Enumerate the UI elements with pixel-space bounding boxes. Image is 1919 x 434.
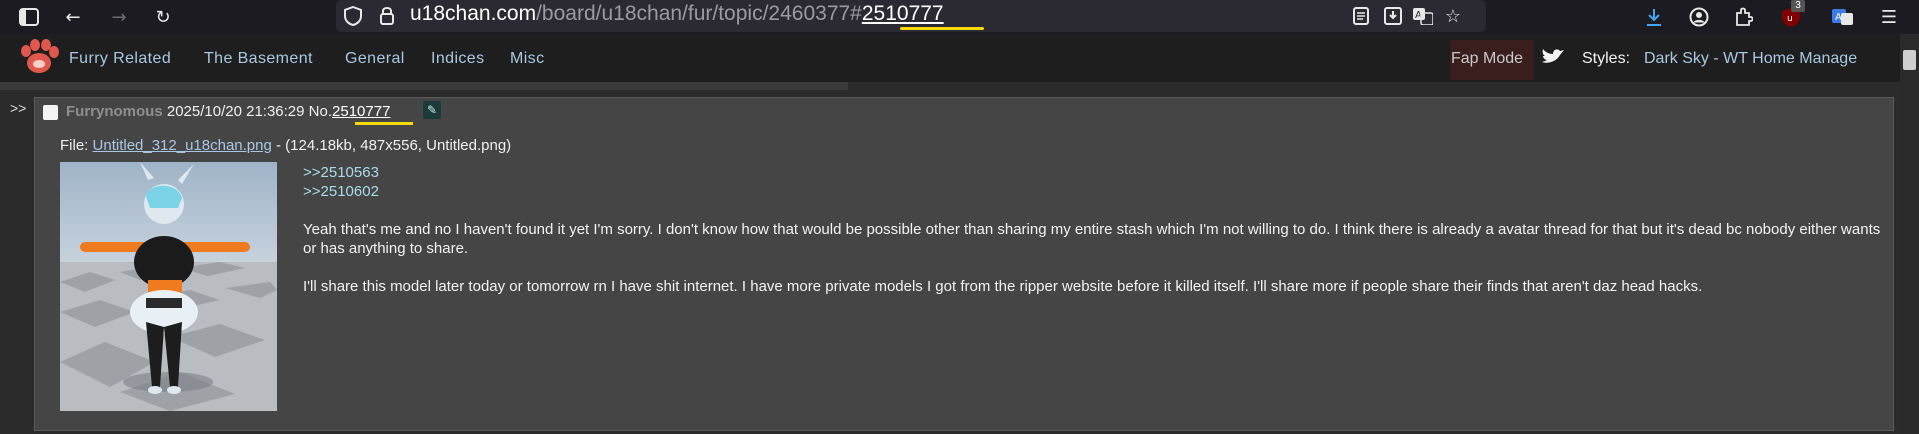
post-datetime: 2025/10/20 21:36:29 bbox=[166, 103, 305, 120]
file-info-line: File: Untitled_312_u18chan.png - (124.18… bbox=[60, 137, 511, 154]
post-no-prefix: No. bbox=[308, 103, 333, 120]
translate-extension-icon[interactable]: A bbox=[1830, 4, 1856, 30]
nav-link-indices[interactable]: Indices bbox=[431, 50, 485, 68]
nav-link-the-basement[interactable]: The Basement bbox=[204, 50, 313, 68]
url-path: /board/u18chan/fur/topic/2460377# bbox=[536, 2, 862, 25]
downloads-icon[interactable] bbox=[1641, 4, 1667, 30]
post-select-checkbox[interactable] bbox=[43, 105, 58, 120]
address-bar[interactable]: u18chan.com/board/u18chan/fur/topic/2460… bbox=[336, 0, 1486, 32]
sidebar-toggle-icon[interactable] bbox=[16, 4, 42, 30]
post-image-thumbnail[interactable] bbox=[60, 162, 277, 411]
notification-badge: 3 bbox=[1791, 0, 1805, 12]
site-nav: Furry Related The Basement General Indic… bbox=[0, 34, 1900, 82]
bookmark-star-icon[interactable]: ☆ bbox=[1440, 3, 1466, 29]
forward-icon[interactable]: → bbox=[106, 4, 132, 30]
download-page-icon[interactable] bbox=[1380, 3, 1406, 29]
svg-text:A: A bbox=[1835, 12, 1842, 23]
twitter-bird-icon[interactable] bbox=[1540, 46, 1566, 68]
post-paragraph: I'll share this model later today or tom… bbox=[303, 278, 1703, 295]
post-paragraph: Yeah that's me and no I haven't found it… bbox=[303, 221, 1881, 257]
post-header: Furrynomous 2025/10/20 21:36:29 No.25107… bbox=[66, 103, 390, 120]
url-domain: u18chan.com bbox=[410, 2, 537, 25]
post-arrows: >> bbox=[10, 100, 27, 116]
account-icon[interactable] bbox=[1686, 4, 1712, 30]
url-hash: 2510777 bbox=[861, 2, 944, 25]
nav-link-misc[interactable]: Misc bbox=[510, 50, 544, 68]
site-logo[interactable] bbox=[18, 39, 60, 77]
horizontal-scrollbar[interactable] bbox=[0, 82, 848, 90]
url-hash-highlight bbox=[900, 27, 984, 30]
fap-mode-toggle[interactable]: Fap Mode bbox=[1451, 50, 1523, 68]
extensions-icon[interactable] bbox=[1730, 4, 1756, 30]
edit-pencil-icon[interactable]: ✎ bbox=[423, 101, 441, 119]
page-scrollbar[interactable] bbox=[1900, 34, 1919, 434]
svg-text:u: u bbox=[1787, 14, 1793, 24]
translate-icon[interactable]: A bbox=[1410, 3, 1436, 29]
post-number-highlight bbox=[355, 122, 413, 125]
file-name-link[interactable]: Untitled_312_u18chan.png bbox=[93, 137, 272, 154]
shield-icon[interactable] bbox=[340, 3, 366, 29]
reload-icon[interactable]: ↻ bbox=[150, 4, 176, 30]
post-number-link[interactable]: 2510777 bbox=[332, 103, 390, 120]
quote-link[interactable]: >>2510563 bbox=[303, 163, 1883, 182]
styles-value[interactable]: Dark Sky - WT Home Manage bbox=[1644, 50, 1857, 68]
quote-link[interactable]: >>2510602 bbox=[303, 182, 1883, 201]
file-info: - (124.18kb, 487x556, Untitled.png) bbox=[276, 137, 512, 154]
menu-icon[interactable]: ☰ bbox=[1876, 4, 1902, 30]
browser-toolbar: ← → ↻ u18chan.com/board/u18chan/fur/topi… bbox=[0, 0, 1919, 34]
url-text[interactable]: u18chan.com/board/u18chan/fur/topic/2460… bbox=[410, 2, 944, 26]
post-message: >>2510563 >>2510602 Yeah that's me and n… bbox=[303, 163, 1883, 296]
back-icon[interactable]: ← bbox=[60, 4, 86, 30]
nav-link-furry-related[interactable]: Furry Related bbox=[69, 50, 171, 68]
post-container: Furrynomous 2025/10/20 21:36:29 No.25107… bbox=[34, 97, 1894, 431]
nav-link-general[interactable]: General bbox=[345, 50, 405, 68]
styles-label: Styles: bbox=[1582, 50, 1631, 67]
page-scrollbar-thumb[interactable] bbox=[1903, 50, 1916, 70]
post-author: Furrynomous bbox=[66, 103, 163, 120]
file-label: File: bbox=[60, 137, 89, 154]
reader-view-icon[interactable] bbox=[1348, 3, 1374, 29]
lock-icon[interactable] bbox=[374, 3, 400, 29]
